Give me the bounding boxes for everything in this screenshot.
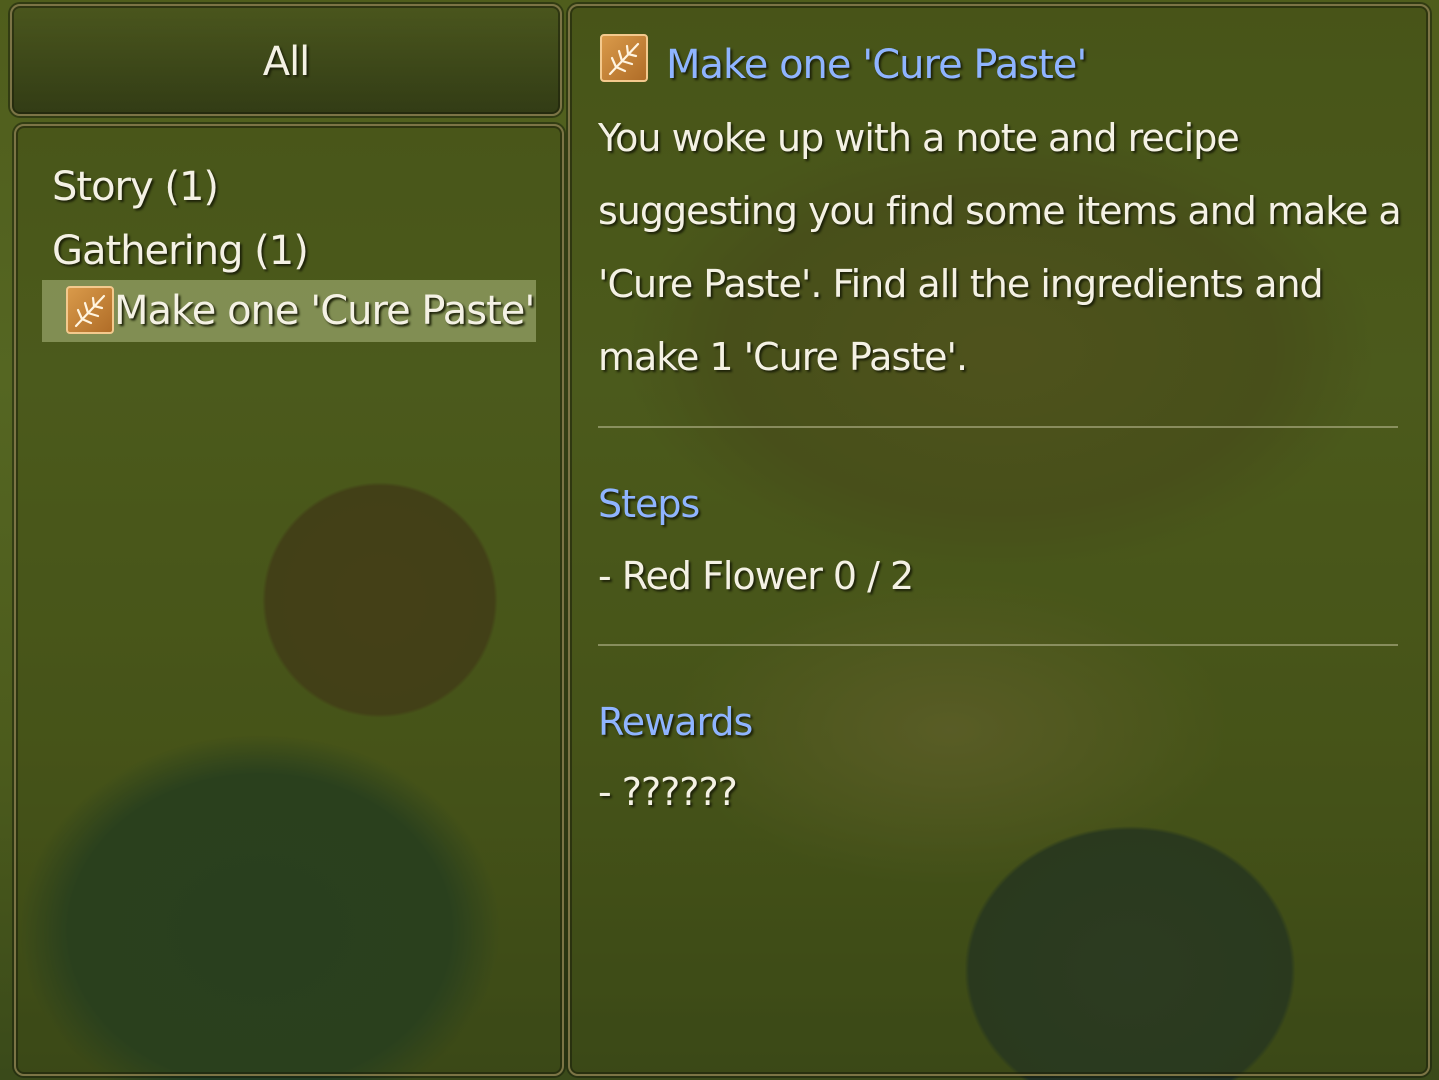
herb-icon [66, 286, 114, 334]
herb-icon [600, 34, 648, 82]
category-filter-all[interactable]: All [12, 39, 560, 85]
quest-list-panel: Story (1) Gathering (1) Make one 'Cure P… [14, 124, 564, 1076]
divider [598, 644, 1398, 646]
quest-list-item-label: Make one 'Cure Paste' [114, 288, 535, 334]
steps-heading: Steps [598, 482, 700, 526]
quest-description-line: make 1 'Cure Paste'. [598, 335, 968, 379]
category-story[interactable]: Story (1) [52, 164, 219, 210]
step-item: - Red Flower 0 / 2 [598, 554, 914, 598]
divider [598, 426, 1398, 428]
quest-detail-panel: Make one 'Cure Paste' You woke up with a… [568, 4, 1430, 1076]
rewards-heading: Rewards [598, 700, 753, 744]
category-header-panel: All [10, 4, 562, 116]
reward-item: - ?????? [598, 770, 738, 814]
quest-description-line: 'Cure Paste'. Find all the ingredients a… [598, 262, 1324, 306]
quest-title: Make one 'Cure Paste' [666, 42, 1087, 88]
category-gathering[interactable]: Gathering (1) [52, 228, 309, 274]
quest-list-item-selected[interactable]: Make one 'Cure Paste' [42, 280, 536, 342]
quest-description-line: You woke up with a note and recipe [598, 116, 1240, 160]
quest-description-line: suggesting you find some items and make … [598, 189, 1402, 233]
